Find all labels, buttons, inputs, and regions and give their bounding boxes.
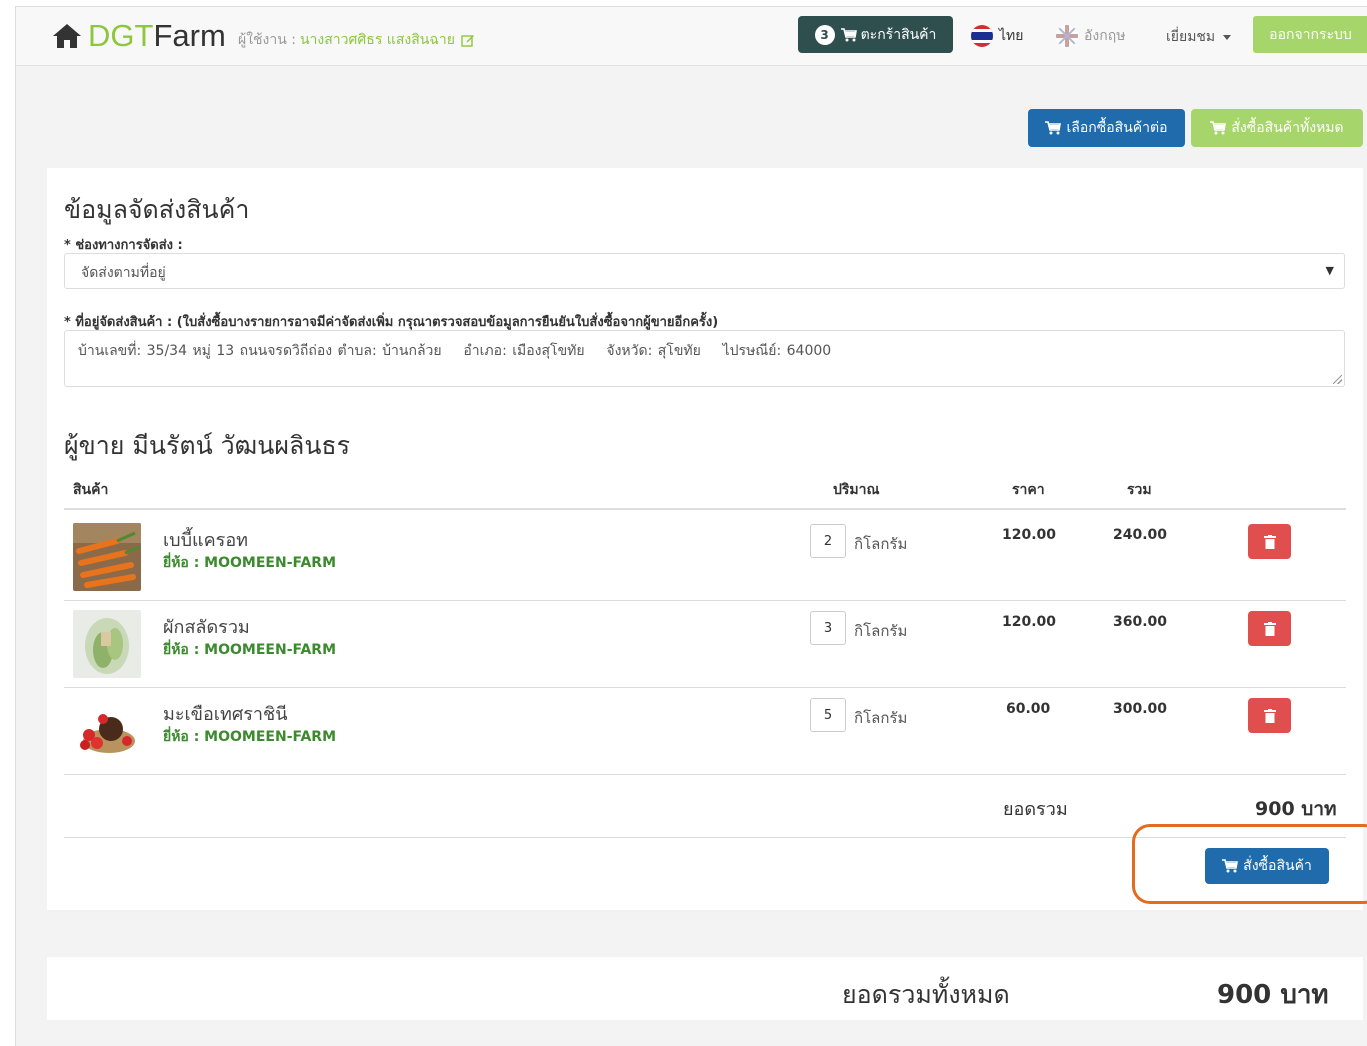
row-divider [64, 774, 1346, 775]
row-divider [64, 600, 1346, 601]
product-brand: ยี่ห้อ : MOOMEEN-FARM [163, 729, 337, 745]
lang-thai-label: ไทย [999, 28, 1024, 44]
product-price: 60.00 [1006, 701, 1051, 717]
cart-button[interactable]: 3 ตะกร้าสินค้า [798, 16, 953, 53]
product-image-tomato[interactable] [73, 697, 141, 765]
shipping-method-value: จัดส่งตามที่อยู่ [81, 265, 166, 281]
continue-shopping-button[interactable]: เลือกซื้อสินค้าต่อ [1028, 109, 1185, 147]
seller-title: ผู้ขาย มีนรัตน์ วัฒนผลินธร [64, 431, 351, 460]
resize-grip-icon[interactable] [1333, 375, 1342, 384]
address-textarea[interactable]: บ้านเลขที่: 35/34 หมู่ 13 ถนนจรดวิถีถ่อง… [64, 330, 1345, 387]
col-header-sum: รวม [1127, 482, 1152, 498]
lang-thai[interactable]: ไทย [971, 25, 1023, 47]
user-name: นางสาวศศิธร แสงสินฉาย [299, 32, 455, 48]
product-brand: ยี่ห้อ : MOOMEEN-FARM [163, 555, 337, 571]
col-header-qty: ปริมาณ [833, 482, 880, 498]
col-header-price: ราคา [1012, 482, 1045, 498]
home-icon [53, 24, 81, 48]
delete-item-button[interactable] [1248, 611, 1291, 646]
cart-label: ตะกร้าสินค้า [860, 26, 937, 43]
subtotal-value: 900 บาท [1255, 798, 1337, 820]
select-arrow-icon: ▼ [1325, 264, 1334, 277]
address-value: บ้านเลขที่: 35/34 หมู่ 13 ถนนจรดวิถีถ่อง… [78, 343, 832, 359]
grand-total-label: ยอดรวมทั้งหมด [842, 980, 1010, 1009]
brand-text-farm: Farm [153, 18, 226, 53]
trash-icon [1263, 708, 1276, 723]
product-name[interactable]: มะเขือเทศราชินี [163, 699, 288, 728]
shipping-title: ข้อมูลจัดส่งสินค้า [64, 195, 250, 224]
grand-total-panel: ยอดรวมทั้งหมด 900 บาท [47, 957, 1363, 1020]
top-navbar: DGT Farm ผู้ใช้งาน : นางสาวศศิธร แสงสินฉา… [16, 7, 1367, 66]
tomato-image [73, 697, 141, 765]
thai-flag-icon [971, 25, 993, 47]
address-label: * ที่อยู่จัดส่งสินค้า : [64, 315, 173, 330]
trash-icon [1263, 534, 1276, 549]
cart-icon [1210, 121, 1227, 135]
product-name[interactable]: เบบี้แครอท [163, 525, 248, 554]
delete-item-button[interactable] [1248, 524, 1291, 559]
product-name[interactable]: ผักสลัดรวม [163, 612, 250, 641]
caret-down-icon [1223, 34, 1232, 40]
product-image-salad[interactable] [73, 610, 141, 678]
grand-total-value: 900 บาท [1217, 980, 1329, 1010]
shipping-method-label: * ช่องทางการจัดส่ง : [64, 238, 183, 253]
brand-text-dgt: DGT [88, 18, 154, 53]
lang-english[interactable]: อังกฤษ [1056, 25, 1125, 47]
col-header-product: สินค้า [73, 482, 109, 498]
delete-item-button[interactable] [1248, 698, 1291, 733]
brand-logo[interactable]: DGT Farm [52, 17, 226, 55]
quantity-input[interactable]: 2 [810, 524, 846, 558]
edit-icon[interactable] [461, 33, 475, 47]
highlight-annotation [1132, 824, 1367, 904]
row-divider [64, 687, 1346, 688]
visitor-dropdown[interactable]: เยี่ยมชม [1166, 26, 1232, 48]
quantity-unit: กิโลกรัม [854, 622, 908, 640]
cart-icon [1045, 121, 1062, 135]
order-all-button[interactable]: สั่งซื้อสินค้าทั้งหมด [1191, 109, 1363, 147]
user-label: ผู้ใช้งาน : [238, 32, 296, 48]
product-sum: 360.00 [1113, 614, 1168, 630]
shipping-method-select[interactable]: จัดส่งตามที่อยู่ ▼ [64, 253, 1345, 289]
carrot-image [73, 523, 141, 591]
product-image-carrot[interactable] [73, 523, 141, 591]
trash-icon [1263, 621, 1276, 636]
salad-image [73, 610, 141, 678]
uk-flag-icon [1056, 25, 1078, 47]
visitor-label: เยี่ยมชม [1166, 29, 1216, 45]
quantity-unit: กิโลกรัม [854, 535, 908, 553]
product-price: 120.00 [1002, 527, 1057, 543]
continue-shopping-label: เลือกซื้อสินค้าต่อ [1066, 120, 1168, 136]
cart-count-badge: 3 [814, 24, 835, 45]
product-brand: ยี่ห้อ : MOOMEEN-FARM [163, 642, 337, 658]
cart-panel: ข้อมูลจัดส่งสินค้า * ช่องทางการจัดส่ง : … [47, 168, 1363, 910]
subtotal-label: ยอดรวม [1003, 799, 1068, 820]
user-info: ผู้ใช้งาน : นางสาวศศิธร แสงสินฉาย [238, 29, 475, 51]
product-sum: 240.00 [1113, 527, 1168, 543]
quantity-input[interactable]: 5 [810, 698, 846, 732]
quantity-unit: กิโลกรัม [854, 709, 908, 727]
lang-english-label: อังกฤษ [1084, 28, 1126, 44]
cart-icon [840, 27, 857, 41]
address-note: (ใบสั่งซื้อบางรายการอาจมีค่าจัดส่งเพิ่ม … [176, 315, 719, 330]
quantity-input[interactable]: 3 [810, 611, 846, 645]
product-sum: 300.00 [1113, 701, 1168, 717]
order-all-label: สั่งซื้อสินค้าทั้งหมด [1231, 120, 1344, 136]
address-label-row: * ที่อยู่จัดส่งสินค้า : (ใบสั่งซื้อบางรา… [64, 311, 718, 332]
product-price: 120.00 [1002, 614, 1057, 630]
logout-button[interactable]: ออกจากระบบ [1253, 16, 1367, 53]
table-header-divider [64, 508, 1346, 510]
